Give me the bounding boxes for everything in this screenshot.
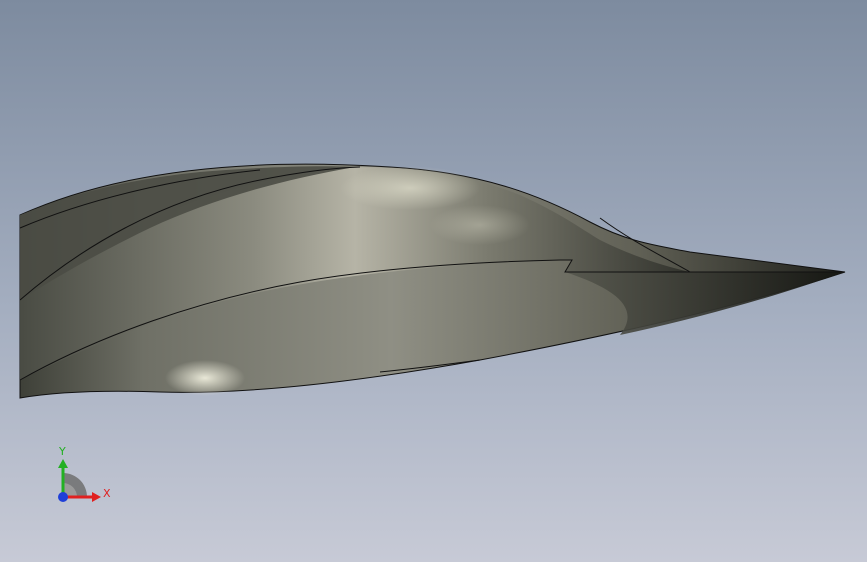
- axis-triad[interactable]: Y X: [50, 440, 120, 510]
- x-axis-label: X: [103, 487, 111, 500]
- highlight-mid: [430, 205, 530, 245]
- x-axis-arrow-icon: [92, 492, 101, 502]
- highlight-top: [340, 166, 480, 210]
- highlight-bottom: [165, 360, 245, 396]
- y-axis-label: Y: [58, 445, 66, 458]
- 3d-model-view[interactable]: [0, 0, 867, 562]
- y-axis-arrow-icon: [58, 459, 68, 468]
- z-axis-dot-icon: [58, 492, 68, 502]
- graphics-viewport[interactable]: Y X: [0, 0, 867, 562]
